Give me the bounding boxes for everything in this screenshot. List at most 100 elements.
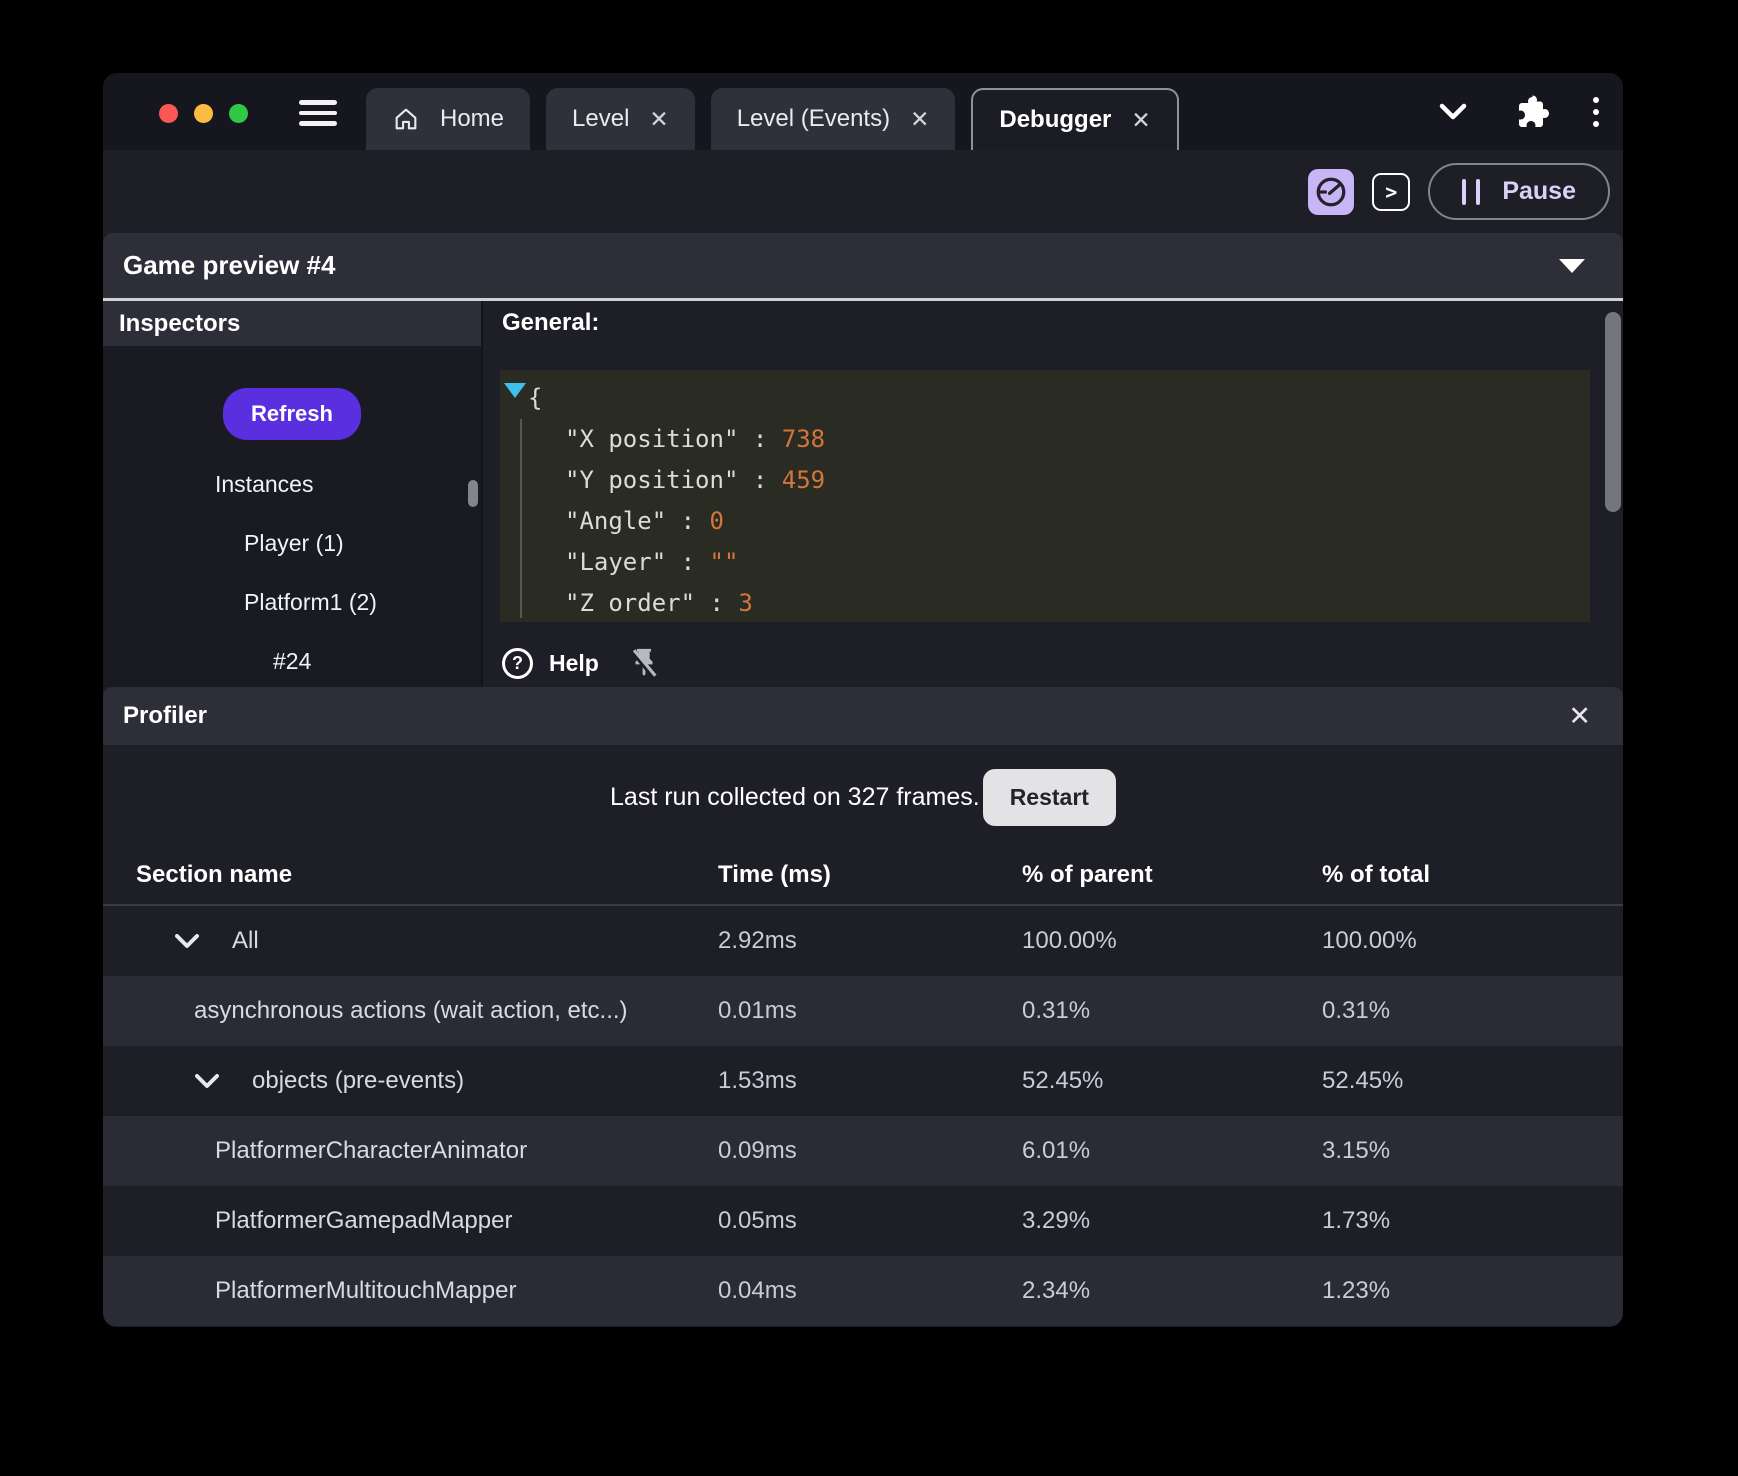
json-value: "": [709, 548, 739, 576]
game-preview-title: Game preview #4: [123, 250, 336, 280]
tab-label: Home: [440, 105, 505, 132]
tab-close-icon[interactable]: ✕: [910, 107, 929, 131]
json-key: "Layer": [565, 548, 667, 576]
close-icon[interactable]: ✕: [1568, 702, 1591, 730]
profiler-row[interactable]: asynchronous actions (wait action, etc..…: [103, 976, 1623, 1046]
help-icon[interactable]: ?: [502, 647, 533, 679]
json-open-brace: {: [528, 384, 543, 412]
profiler-percent-parent: 52.45%: [1022, 1067, 1104, 1094]
profiler-section-name: PlatformerMultitouchMapper: [215, 1277, 517, 1304]
tree-item[interactable]: Instances: [103, 469, 481, 499]
inspectors-panel: Inspectors Refresh Instances Player (1) Pl…: [103, 301, 483, 687]
column-percent-total: % of total: [1322, 861, 1430, 888]
profiler-status-row: Last run collected on 327 frames. Restar…: [103, 769, 1623, 826]
profiler-percent-parent: 2.34%: [1022, 1277, 1091, 1304]
json-value: 3: [738, 589, 753, 617]
profiler-table-header: Section name Time (ms) % of parent % of …: [103, 846, 1623, 906]
json-key: "Angle": [565, 507, 667, 535]
profiler-header: Profiler ✕: [103, 687, 1623, 745]
column-section-name: Section name: [136, 861, 293, 888]
pause-label: Pause: [1502, 177, 1576, 205]
json-key: "X position": [565, 425, 739, 453]
profiler-row[interactable]: objects (pre-events) 1.53ms 52.45% 52.45%: [103, 1046, 1623, 1116]
tab-home[interactable]: Home: [366, 88, 531, 150]
chevron-down-icon[interactable]: [194, 1073, 220, 1089]
restart-button[interactable]: Restart: [982, 769, 1116, 826]
pause-icon: [1462, 178, 1481, 205]
json-property-line: "Layer" : "": [565, 548, 739, 576]
gauge-icon: [1316, 177, 1346, 206]
tree-item[interactable]: Player (1): [103, 528, 481, 558]
tab-level[interactable]: Level ✕: [546, 88, 695, 150]
section-scrollbar[interactable]: [1605, 312, 1621, 512]
inspector-split: Inspectors Refresh Instances Player (1) Pl…: [103, 301, 1623, 687]
profiler-section-name: PlatformerGamepadMapper: [215, 1207, 513, 1234]
general-panel: General: { "X position" : 738 "Y position"…: [483, 301, 1623, 687]
debugger-gauge-button[interactable]: [1308, 168, 1355, 215]
profiler-row[interactable]: All 2.92ms 100.00% 100.00%: [103, 906, 1623, 976]
json-key: "Z order": [565, 589, 696, 617]
tab-debugger[interactable]: Debugger ✕: [971, 88, 1179, 150]
profiler-row[interactable]: PlatformerMultitouchMapper 0.04ms 2.34% 1.2…: [103, 1256, 1623, 1326]
profiler-percent-parent: 0.31%: [1022, 997, 1091, 1024]
inspectors-scrollbar[interactable]: [468, 480, 478, 507]
inspectors-tree: Refresh Instances Player (1) Platform1 (2)…: [103, 346, 481, 687]
json-property-line: "Z order" : 3: [565, 589, 753, 617]
help-row: ? Help: [502, 645, 661, 681]
indent-guide: [520, 419, 522, 618]
app-window: Home Level ✕ Level (Events) ✕ Debugger ✕: [103, 73, 1623, 1327]
game-preview-header[interactable]: Game preview #4: [103, 233, 1623, 301]
tab-close-icon[interactable]: ✕: [1131, 108, 1150, 132]
tree-items: Instances Player (1) Platform1 (2) #24: [103, 440, 481, 676]
titlebar-right-icons: [1437, 73, 1599, 150]
profiler-time: 0.01ms: [718, 997, 797, 1024]
zoom-window-icon[interactable]: [229, 104, 248, 123]
kebab-menu-icon[interactable]: [1593, 96, 1599, 127]
profiler-row[interactable]: PlatformerGamepadMapper 0.05ms 3.29% 1.73%: [103, 1186, 1623, 1256]
properties-json-view[interactable]: { "X position" : 738 "Y position" : 459 "An…: [500, 370, 1590, 622]
tab-close-icon[interactable]: ✕: [649, 107, 668, 131]
hamburger-menu-icon[interactable]: [299, 100, 337, 126]
collapse-caret-icon[interactable]: [1559, 258, 1585, 273]
help-label[interactable]: Help: [549, 650, 599, 677]
profiler-percent-total: 1.73%: [1322, 1207, 1391, 1234]
tree-item[interactable]: Platform1 (2): [103, 587, 481, 617]
general-title: General:: [502, 309, 600, 336]
profiler-percent-total: 100.00%: [1322, 927, 1417, 954]
pin-off-icon[interactable]: [627, 645, 661, 681]
console-button[interactable]: >: [1372, 172, 1411, 211]
profiler-time: 0.05ms: [718, 1207, 797, 1234]
expand-triangle-icon[interactable]: [504, 383, 526, 398]
profiler-time: 2.92ms: [718, 927, 797, 954]
profiler-row[interactable]: PlatformerCharacterAnimator 0.09ms 6.01% 3.…: [103, 1116, 1623, 1186]
json-value: 459: [781, 466, 826, 494]
json-value: 0: [709, 507, 724, 535]
desktop-background: Home Level ✕ Level (Events) ✕ Debugger ✕: [0, 0, 1738, 1476]
profiler-time: 0.09ms: [718, 1137, 797, 1164]
tab-bar: Home Level ✕ Level (Events) ✕ Debugger ✕: [103, 73, 1623, 150]
tab-label: Level (Events): [736, 105, 891, 132]
chevron-down-icon[interactable]: [1437, 101, 1469, 123]
json-property-line: "Angle" : 0: [565, 507, 724, 535]
profiler-section-name: objects (pre-events): [136, 1067, 718, 1095]
tree-item[interactable]: #24: [103, 646, 481, 676]
tab-label: Debugger: [999, 106, 1112, 133]
pause-button[interactable]: Pause: [1428, 163, 1610, 220]
tab-level-events[interactable]: Level (Events) ✕: [710, 88, 956, 150]
inspectors-header: Inspectors: [103, 301, 481, 346]
minimize-window-icon[interactable]: [194, 104, 213, 123]
column-percent-parent: % of parent: [1022, 861, 1153, 888]
profiler-table-body: All 2.92ms 100.00% 100.00% asynchronous acti…: [103, 906, 1623, 1326]
json-property-line: "X position" : 738: [565, 425, 826, 453]
profiler-title: Profiler: [123, 702, 208, 729]
traffic-lights: [159, 104, 248, 123]
profiler-percent-parent: 6.01%: [1022, 1137, 1091, 1164]
json-property-line: "Y position" : 459: [565, 466, 826, 494]
close-window-icon[interactable]: [159, 104, 178, 123]
console-prompt-icon: >: [1385, 179, 1398, 204]
puzzle-extensions-icon[interactable]: [1513, 94, 1549, 130]
json-value: 738: [781, 425, 826, 453]
refresh-button[interactable]: Refresh: [223, 388, 361, 440]
profiler-time: 0.04ms: [718, 1277, 797, 1304]
chevron-down-icon[interactable]: [174, 933, 200, 949]
